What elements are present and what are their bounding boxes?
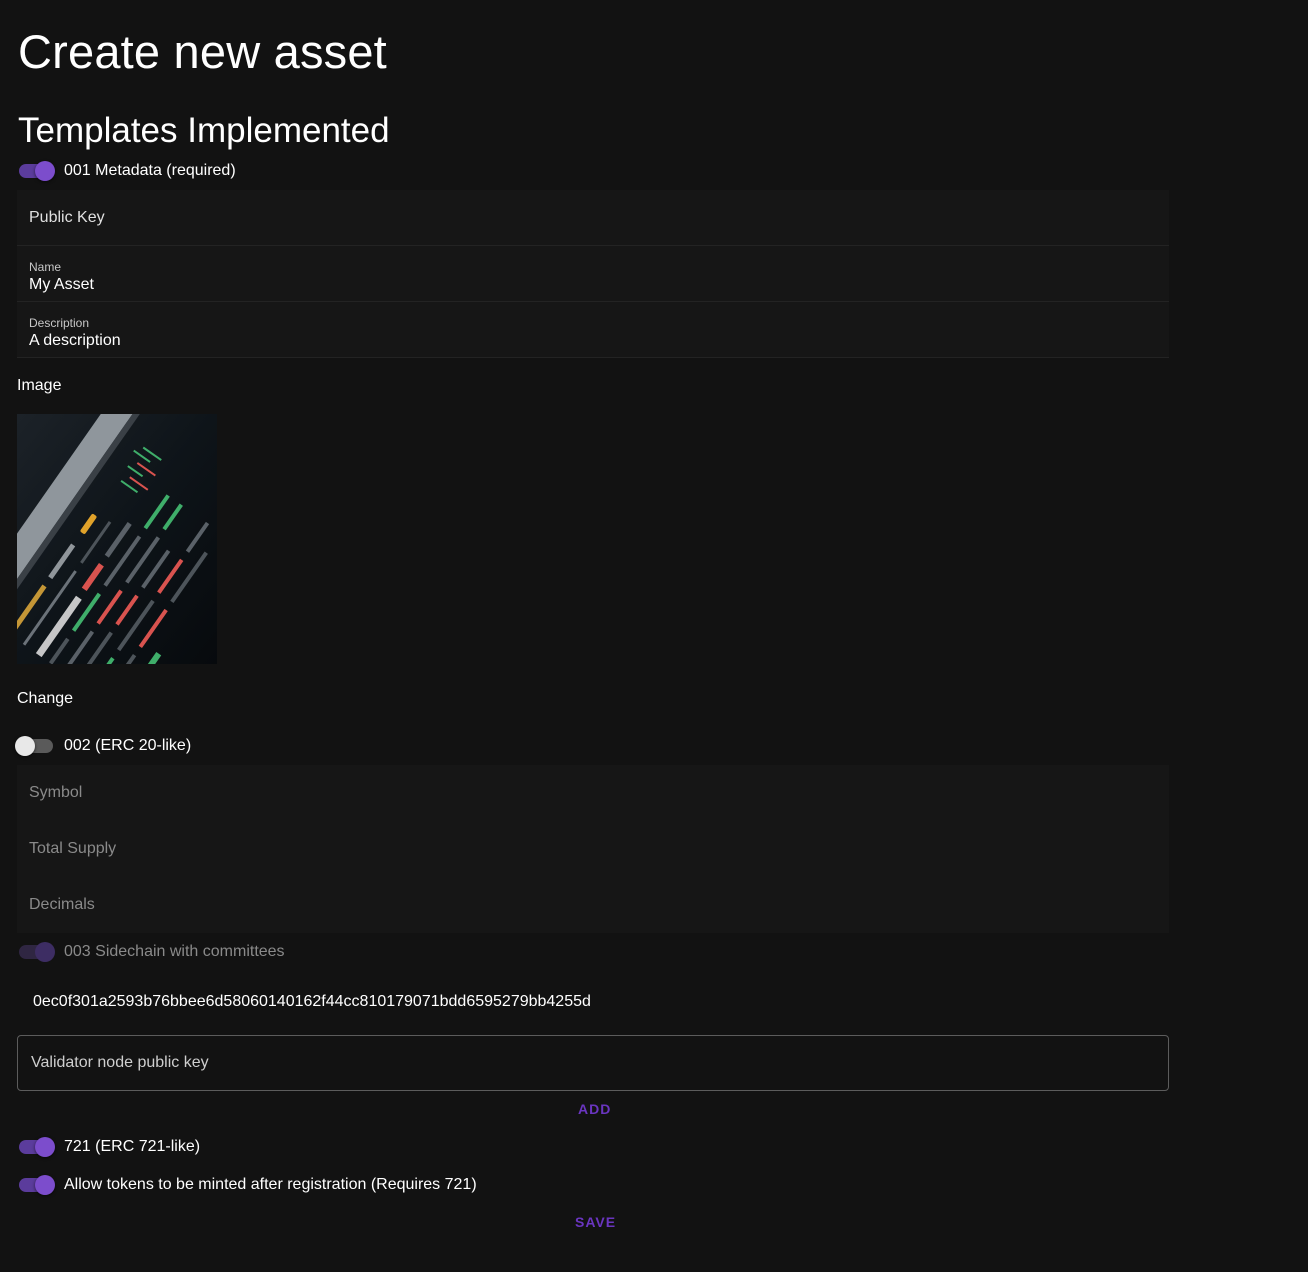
decimals-field[interactable]: Decimals — [17, 877, 1169, 933]
image-label: Image — [17, 377, 62, 394]
save-button[interactable]: SAVE — [575, 1214, 616, 1230]
symbol-placeholder: Symbol — [29, 784, 83, 801]
description-field[interactable]: Description A description — [17, 302, 1169, 358]
template-002-toggle-row[interactable]: 002 (ERC 20-like) — [15, 734, 192, 758]
template-001-switch[interactable] — [17, 161, 55, 181]
template-002-label: 002 (ERC 20-like) — [64, 737, 192, 754]
template-721-switch[interactable] — [17, 1137, 55, 1157]
asset-image-preview — [17, 414, 217, 664]
total-supply-field[interactable]: Total Supply — [17, 821, 1169, 877]
template-003-switch — [17, 942, 55, 962]
validator-key-input[interactable] — [17, 1035, 1169, 1091]
add-validator-button[interactable]: ADD — [578, 1101, 611, 1117]
template-001-toggle-row[interactable]: 001 Metadata (required) — [17, 159, 236, 183]
trading-screen-image — [17, 414, 217, 664]
template-003-toggle-row: 003 Sidechain with committees — [17, 940, 285, 964]
template-721-toggle-row[interactable]: 721 (ERC 721-like) — [17, 1135, 200, 1159]
description-value: A description — [29, 332, 121, 349]
template-003-label: 003 Sidechain with committees — [64, 943, 285, 960]
page-title: Create new asset — [18, 25, 387, 78]
symbol-field[interactable]: Symbol — [17, 765, 1169, 821]
decimals-placeholder: Decimals — [29, 896, 95, 913]
name-field[interactable]: Name My Asset — [17, 246, 1169, 302]
template-001-label: 001 Metadata (required) — [64, 162, 236, 179]
committee-public-key: 0ec0f301a2593b76bbee6d58060140162f44cc81… — [33, 993, 591, 1010]
metadata-fields: Public Key Name My Asset Description A d… — [17, 190, 1169, 358]
description-label: Description — [29, 316, 90, 330]
switch-thumb — [15, 736, 35, 756]
change-image-link[interactable]: Change — [17, 689, 73, 709]
public-key-placeholder: Public Key — [29, 209, 105, 226]
templates-heading: Templates Implemented — [18, 111, 390, 150]
switch-thumb — [35, 161, 55, 181]
name-value: My Asset — [29, 276, 94, 293]
erc20-fields: Symbol Total Supply Decimals — [17, 765, 1169, 933]
template-002-switch[interactable] — [15, 736, 55, 756]
total-supply-placeholder: Total Supply — [29, 840, 117, 857]
template-721-label: 721 (ERC 721-like) — [64, 1138, 201, 1155]
mint-after-registration-label: Allow tokens to be minted after registra… — [64, 1176, 477, 1193]
mint-after-registration-toggle-row[interactable]: Allow tokens to be minted after registra… — [17, 1173, 477, 1197]
switch-thumb — [35, 942, 55, 962]
switch-thumb — [35, 1137, 55, 1157]
switch-thumb — [35, 1175, 55, 1195]
mint-after-registration-switch[interactable] — [17, 1175, 55, 1195]
name-label: Name — [29, 260, 62, 274]
public-key-field[interactable]: Public Key — [17, 190, 1169, 246]
